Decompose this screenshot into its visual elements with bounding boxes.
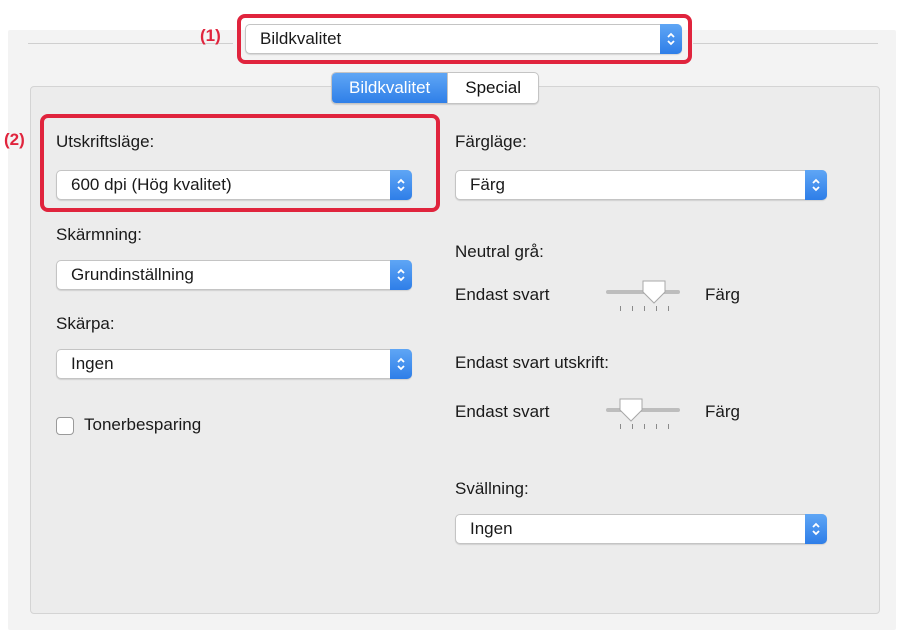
screening-label: Skärmning: bbox=[56, 225, 142, 244]
chevron-updown-icon bbox=[390, 349, 412, 379]
slider-tick bbox=[632, 306, 633, 311]
slider-tick bbox=[644, 424, 645, 429]
separator-right bbox=[693, 43, 878, 44]
slider-tick bbox=[656, 306, 657, 311]
neutral-gray-left-label: Endast svart bbox=[455, 285, 550, 304]
slider-tick bbox=[656, 424, 657, 429]
sharpness-popup[interactable]: Ingen bbox=[56, 349, 412, 379]
slider-tick bbox=[620, 306, 621, 311]
callout-label-1: (1) bbox=[200, 26, 221, 45]
slider-tick bbox=[668, 424, 669, 429]
color-mode-popup[interactable]: Färg bbox=[455, 170, 827, 200]
screening-popup[interactable]: Grundinställning bbox=[56, 260, 412, 290]
black-only-print-right-label: Färg bbox=[705, 402, 740, 421]
swelling-popup[interactable]: Ingen bbox=[455, 514, 827, 544]
tab-bildkvalitet[interactable]: Bildkvalitet bbox=[332, 73, 448, 103]
screening-value: Grundinställning bbox=[71, 265, 194, 284]
slider-knob[interactable] bbox=[640, 278, 668, 306]
color-mode-value: Färg bbox=[470, 175, 505, 194]
toner-saving-label: Tonerbesparing bbox=[84, 415, 202, 434]
callout-label-2: (2) bbox=[4, 130, 25, 149]
chevron-updown-icon bbox=[805, 514, 827, 544]
slider-tick bbox=[668, 306, 669, 311]
slider-tick bbox=[644, 306, 645, 311]
color-mode-label: Färgläge: bbox=[455, 132, 527, 151]
neutral-gray-label: Neutral grå: bbox=[455, 242, 544, 261]
black-only-print-label: Endast svart utskrift: bbox=[455, 353, 609, 372]
toner-saving-checkbox[interactable] bbox=[56, 417, 74, 435]
callout-box-1 bbox=[237, 14, 692, 64]
slider-tick bbox=[632, 424, 633, 429]
neutral-gray-right-label: Färg bbox=[705, 285, 740, 304]
black-only-print-left-label: Endast svart bbox=[455, 402, 550, 421]
slider-knob[interactable] bbox=[617, 396, 645, 424]
chevron-updown-icon bbox=[805, 170, 827, 200]
sharpness-label: Skärpa: bbox=[56, 314, 115, 333]
tab-special[interactable]: Special bbox=[447, 73, 538, 103]
sharpness-value: Ingen bbox=[71, 354, 114, 373]
slider-tick bbox=[620, 424, 621, 429]
callout-box-2 bbox=[40, 114, 440, 212]
chevron-updown-icon bbox=[390, 260, 412, 290]
swelling-label: Svällning: bbox=[455, 479, 529, 498]
tab-bar: Bildkvalitet Special bbox=[331, 72, 540, 104]
swelling-value: Ingen bbox=[470, 519, 513, 538]
